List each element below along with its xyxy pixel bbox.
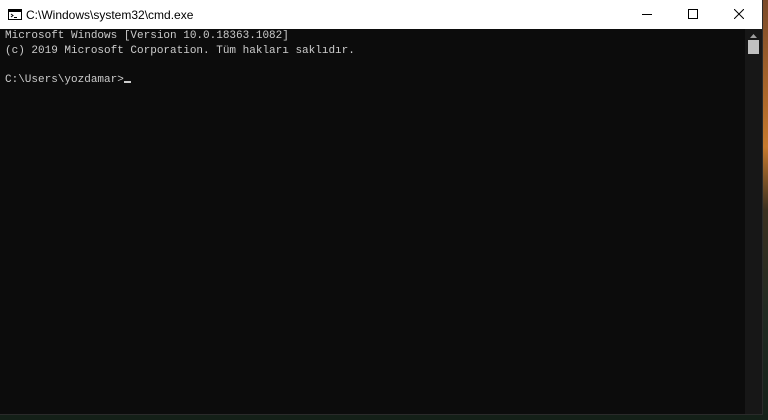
title-bar[interactable]: C:\Windows\system32\cmd.exe xyxy=(0,0,762,29)
prompt-line[interactable]: C:\Users\yozdamar> xyxy=(5,73,745,88)
scrollbar-thumb[interactable] xyxy=(748,40,759,54)
vertical-scrollbar[interactable] xyxy=(745,29,762,414)
command-prompt: C:\Users\yozdamar> xyxy=(5,73,124,86)
scroll-up-button[interactable] xyxy=(745,29,762,38)
maximize-button[interactable] xyxy=(670,0,716,29)
console-line: (c) 2019 Microsoft Corporation. Tüm hakl… xyxy=(5,44,355,57)
minimize-icon xyxy=(642,6,652,24)
console-output[interactable]: Microsoft Windows [Version 10.0.18363.10… xyxy=(0,29,745,414)
text-cursor xyxy=(123,80,131,83)
cmd-icon xyxy=(8,9,22,20)
window-controls xyxy=(624,0,762,29)
console-line: Microsoft Windows [Version 10.0.18363.10… xyxy=(5,30,289,42)
cmd-window: C:\Windows\system32\cmd.exe Microsoft Wi… xyxy=(0,0,762,414)
minimize-button[interactable] xyxy=(624,0,670,29)
close-icon xyxy=(733,6,745,24)
maximize-icon xyxy=(688,6,698,24)
window-title: C:\Windows\system32\cmd.exe xyxy=(26,7,194,22)
